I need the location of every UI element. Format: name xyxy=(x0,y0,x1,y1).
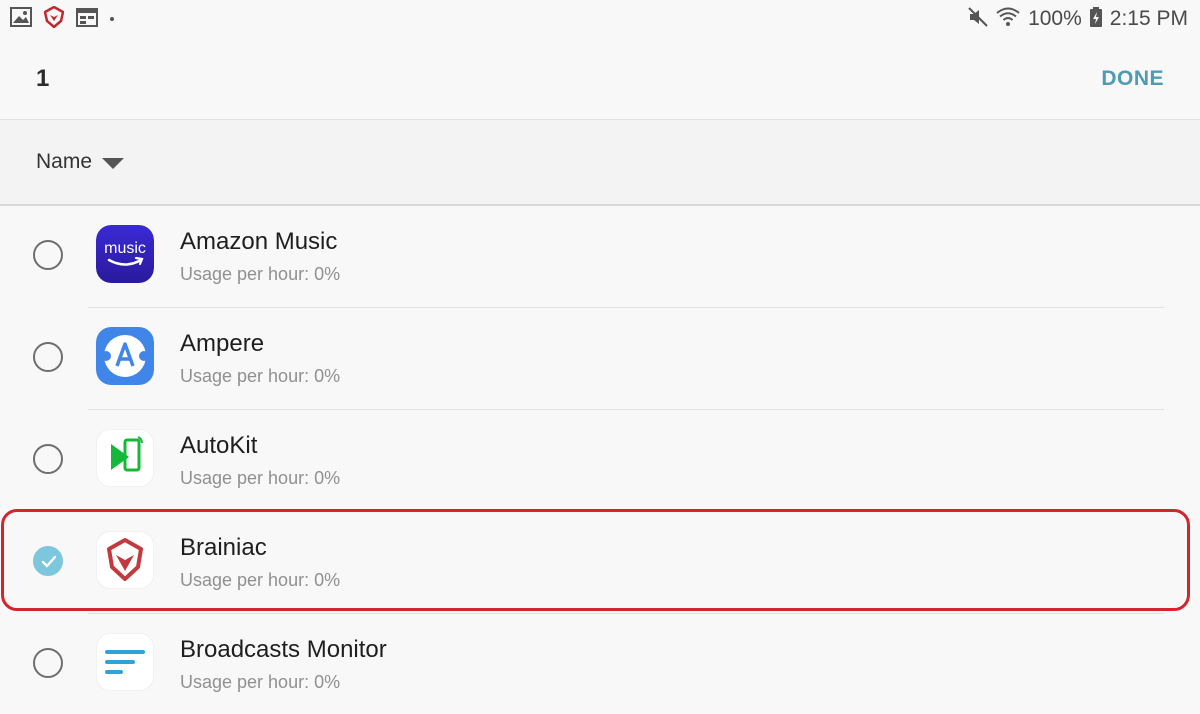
app-usage: Usage per hour: 0% xyxy=(180,264,341,284)
autokit-icon xyxy=(96,429,154,487)
clock: 2:15 PM xyxy=(1109,7,1188,30)
done-button[interactable]: DONE xyxy=(1101,67,1164,91)
image-icon xyxy=(10,6,32,32)
amazon-music-icon-label: music xyxy=(104,240,146,257)
list-item-broadcasts-monitor[interactable]: Broadcasts Monitor Usage per hour: 0% xyxy=(0,614,1200,714)
selected-count: 1 xyxy=(36,64,50,92)
caret-down-icon xyxy=(102,157,125,169)
mute-icon xyxy=(968,6,988,32)
app-usage: Usage per hour: 0% xyxy=(180,468,341,488)
battery-charging-icon xyxy=(1089,6,1102,32)
app-list: music Amazon Music Usage per hour: 0% Am… xyxy=(0,206,1200,714)
app-name: Ampere xyxy=(180,330,265,357)
app-name: Broadcasts Monitor xyxy=(180,636,387,663)
sort-bar: Name xyxy=(0,120,1200,206)
app-name: Amazon Music xyxy=(180,228,338,255)
broadcasts-monitor-icon xyxy=(96,633,154,691)
check-icon xyxy=(41,555,57,568)
list-item-autokit[interactable]: AutoKit Usage per hour: 0% xyxy=(0,410,1200,512)
radio-button[interactable] xyxy=(33,240,63,270)
amazon-music-icon: music xyxy=(96,225,154,283)
list-item-amazon-music[interactable]: music Amazon Music Usage per hour: 0% xyxy=(0,206,1200,308)
app-name: AutoKit xyxy=(180,432,258,459)
list-item-brainiac[interactable]: Brainiac Usage per hour: 0% xyxy=(0,512,1200,614)
radio-button[interactable] xyxy=(33,342,63,372)
app-name: Brainiac xyxy=(180,534,267,561)
radio-button[interactable] xyxy=(33,444,63,474)
brainiac-icon xyxy=(96,531,154,589)
app-usage: Usage per hour: 0% xyxy=(180,366,341,386)
app-usage: Usage per hour: 0% xyxy=(180,672,341,692)
calendar-icon xyxy=(76,7,98,32)
list-item-ampere[interactable]: Ampere Usage per hour: 0% xyxy=(0,308,1200,410)
radio-button-checked[interactable] xyxy=(33,546,63,576)
brainiac-notification-icon xyxy=(43,5,65,33)
app-usage: Usage per hour: 0% xyxy=(180,570,341,590)
sort-dropdown[interactable]: Name xyxy=(36,150,125,174)
sort-label: Name xyxy=(36,150,93,173)
ampere-icon xyxy=(96,327,154,385)
selection-header: 1 DONE xyxy=(0,38,1200,120)
dot-icon xyxy=(110,17,114,21)
status-bar: 100% 2:15 PM xyxy=(0,0,1200,38)
wifi-icon xyxy=(996,7,1020,32)
radio-button[interactable] xyxy=(33,648,63,678)
battery-percent: 100% xyxy=(1028,7,1082,30)
